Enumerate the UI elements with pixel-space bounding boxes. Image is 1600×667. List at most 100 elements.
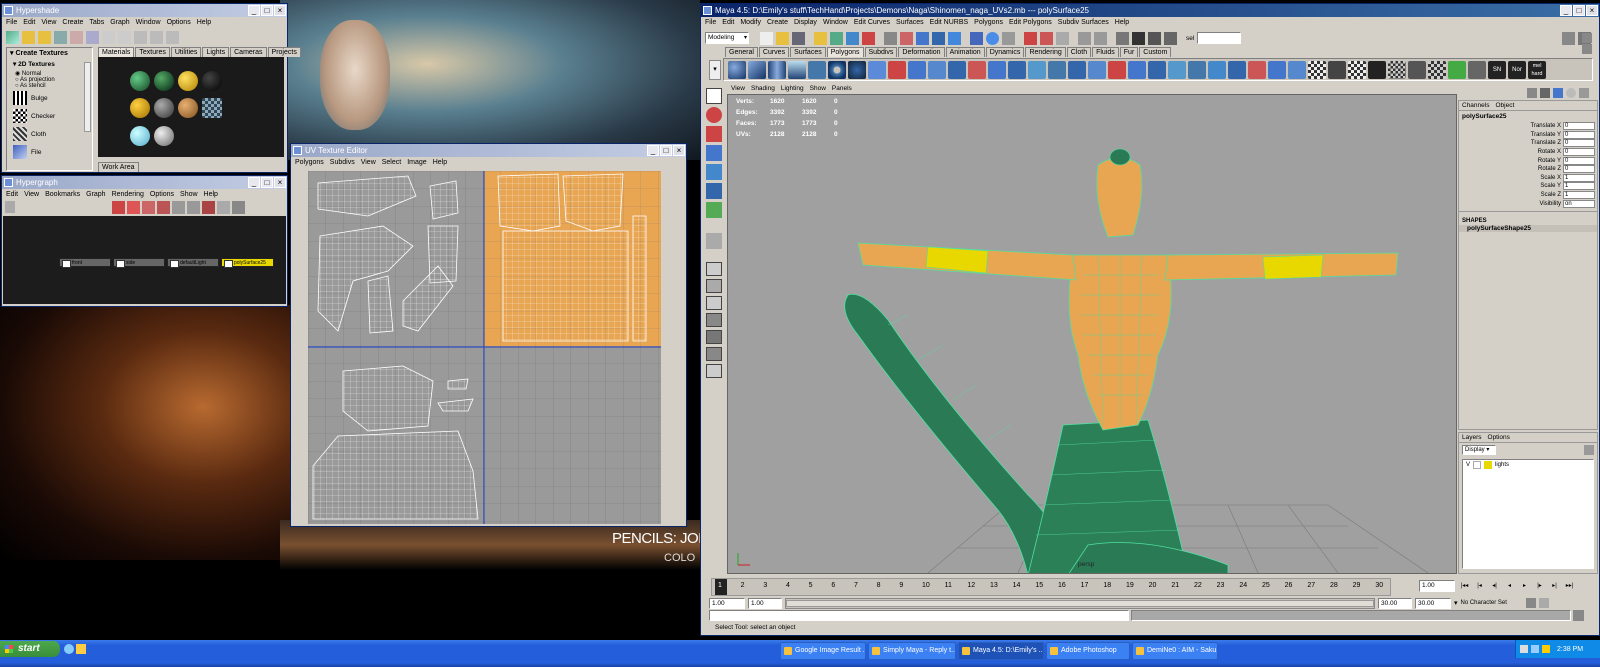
render-icon[interactable] — [1024, 31, 1037, 45]
key-icon[interactable] — [1525, 598, 1536, 608]
menu-polygons[interactable]: Polygons — [974, 17, 1003, 28]
panel-menu-panels[interactable]: Panels — [832, 84, 852, 94]
snap-curve-icon[interactable] — [900, 31, 913, 45]
range-end-field[interactable]: 30.00 — [1378, 597, 1412, 609]
scene-icon[interactable] — [112, 201, 125, 214]
channel-value[interactable]: 0 — [1563, 139, 1595, 148]
menu-edit-polygons[interactable]: Edit Polygons — [1009, 17, 1052, 28]
wedge-icon[interactable] — [1108, 60, 1126, 79]
hypershade-icon[interactable] — [1164, 31, 1177, 45]
taskbar-item-aim[interactable]: DemiNe0 : AIM - Saku... — [1132, 642, 1218, 660]
shelf-tab-dynamics[interactable]: Dynamics — [985, 47, 1025, 57]
input-icon[interactable] — [187, 201, 200, 214]
menu-help[interactable]: Help — [204, 189, 218, 200]
select-tool-icon[interactable] — [706, 88, 722, 104]
channel-value[interactable]: 0 — [1563, 122, 1595, 131]
panel-menu-lighting[interactable]: Lighting — [781, 84, 804, 94]
range-end2-field[interactable]: 30.00 — [1415, 597, 1451, 609]
shelf-tab-polygons[interactable]: Polygons — [826, 47, 864, 57]
select-object-icon[interactable] — [830, 31, 843, 45]
manipulator-icon[interactable] — [706, 202, 722, 218]
forward-icon[interactable] — [38, 31, 51, 44]
history-icon[interactable] — [970, 31, 983, 45]
channel-row[interactable]: Scale Z1 — [1459, 191, 1595, 200]
channel-value[interactable]: 0 — [1563, 156, 1595, 165]
close-icon[interactable]: × — [274, 177, 286, 188]
merge-verts-icon[interactable] — [1068, 60, 1086, 79]
menu-help[interactable]: Help — [197, 17, 211, 28]
channel-value[interactable]: 1 — [1563, 173, 1595, 182]
mask-icon[interactable] — [862, 31, 875, 45]
hypergraph-node-side[interactable]: side — [113, 258, 165, 268]
menu-create[interactable]: Create — [767, 17, 788, 28]
normalize-uvs-icon[interactable] — [1408, 60, 1426, 79]
ie-icon[interactable] — [64, 644, 74, 654]
menu-options[interactable]: Options — [150, 189, 174, 200]
panel-menu-show[interactable]: Show — [810, 84, 826, 94]
maya-titlebar[interactable]: Maya 4.5: D:\Emily's stuff\TechHand\Proj… — [701, 4, 1599, 17]
menu-tabs[interactable]: Tabs — [89, 17, 104, 28]
radio-normal[interactable]: ◉ Normal — [7, 70, 92, 77]
soft-normals-icon[interactable]: SN — [1488, 60, 1506, 79]
range-slider[interactable] — [785, 597, 1375, 609]
menu-create[interactable]: Create — [62, 17, 83, 28]
output-ops-icon[interactable] — [1094, 31, 1107, 45]
channel-row[interactable]: Rotate X0 — [1459, 148, 1595, 157]
tab-textures[interactable]: Textures — [135, 47, 170, 57]
material-swatch[interactable] — [154, 126, 174, 146]
menu-options[interactable]: Options — [167, 17, 191, 28]
menu-help[interactable]: Help — [1115, 17, 1129, 28]
menu-surfaces[interactable]: Surfaces — [896, 17, 924, 28]
poly-cone-icon[interactable] — [788, 60, 806, 79]
save-scene-icon[interactable] — [792, 31, 805, 45]
sel-field[interactable] — [1197, 32, 1242, 44]
channel-value[interactable]: 1 — [1563, 182, 1595, 191]
menu-subdiv-surfaces[interactable]: Subdiv Surfaces — [1058, 17, 1109, 28]
toggle-bottom-icon[interactable] — [150, 31, 163, 44]
cylindrical-map-icon[interactable] — [1328, 60, 1346, 79]
layer-template-toggle[interactable] — [1473, 461, 1482, 469]
open-scene-icon[interactable] — [776, 31, 789, 45]
channel-row[interactable]: Scale X1 — [1459, 173, 1595, 183]
menu-window[interactable]: Window — [823, 17, 848, 28]
create-polygon-icon[interactable] — [1208, 60, 1226, 79]
paint-select-icon[interactable] — [706, 126, 722, 142]
dependency-icon[interactable] — [142, 201, 155, 214]
menu-modify[interactable]: Modify — [740, 17, 761, 28]
ipr-icon[interactable] — [1040, 31, 1053, 45]
shelf-tab-custom[interactable]: Custom — [1139, 47, 1172, 57]
material-swatch[interactable] — [130, 126, 150, 146]
create-textures-header[interactable]: ▾ Create Textures — [7, 48, 92, 58]
layout-two-icon[interactable] — [706, 296, 722, 310]
snap-grid-icon[interactable] — [884, 31, 897, 45]
material-swatch[interactable] — [154, 71, 174, 91]
layout-more-icon[interactable] — [706, 364, 722, 378]
help-icon[interactable] — [986, 31, 999, 45]
menu-edit[interactable]: Edit — [23, 17, 35, 28]
material-swatch[interactable] — [202, 98, 222, 118]
shelf-tab-fur[interactable]: Fur — [1119, 47, 1139, 57]
poly-plane-icon[interactable] — [808, 60, 826, 79]
step-forward-icon[interactable]: ▸| — [1548, 580, 1561, 593]
menu-display[interactable]: Display — [794, 17, 817, 28]
shelf-menu-icon[interactable]: ▾ — [709, 60, 721, 80]
sphere-toggle-icon[interactable] — [1566, 88, 1576, 98]
menu-help[interactable]: Help — [433, 157, 447, 168]
mode-dropdown[interactable]: Modeling ▾ — [705, 32, 749, 44]
step-back-key-icon[interactable]: ◂| — [1488, 580, 1501, 593]
channel-row[interactable]: Rotate Y0 — [1459, 156, 1595, 165]
taskbar-item-google[interactable]: Google Image Result ... — [780, 642, 866, 660]
maximize-icon[interactable]: □ — [261, 5, 273, 16]
upstream-icon[interactable] — [102, 31, 115, 44]
cut-uvs-icon[interactable] — [1468, 60, 1486, 79]
toggle-left-icon[interactable] — [166, 31, 179, 44]
maximize-icon[interactable]: □ — [660, 145, 672, 156]
range-start2-field[interactable]: 1.00 — [748, 597, 782, 609]
hierarchy-icon[interactable] — [172, 201, 185, 214]
menu-show[interactable]: Show — [180, 189, 198, 200]
menu-bookmarks[interactable]: Bookmarks — [45, 189, 80, 200]
shape-name[interactable]: polySurfaceShape25 — [1459, 224, 1597, 232]
channel-row[interactable]: Visibility on — [1459, 199, 1595, 208]
channel-value[interactable]: 0 — [1563, 148, 1595, 157]
shelf-tab-curves[interactable]: Curves — [758, 47, 790, 57]
